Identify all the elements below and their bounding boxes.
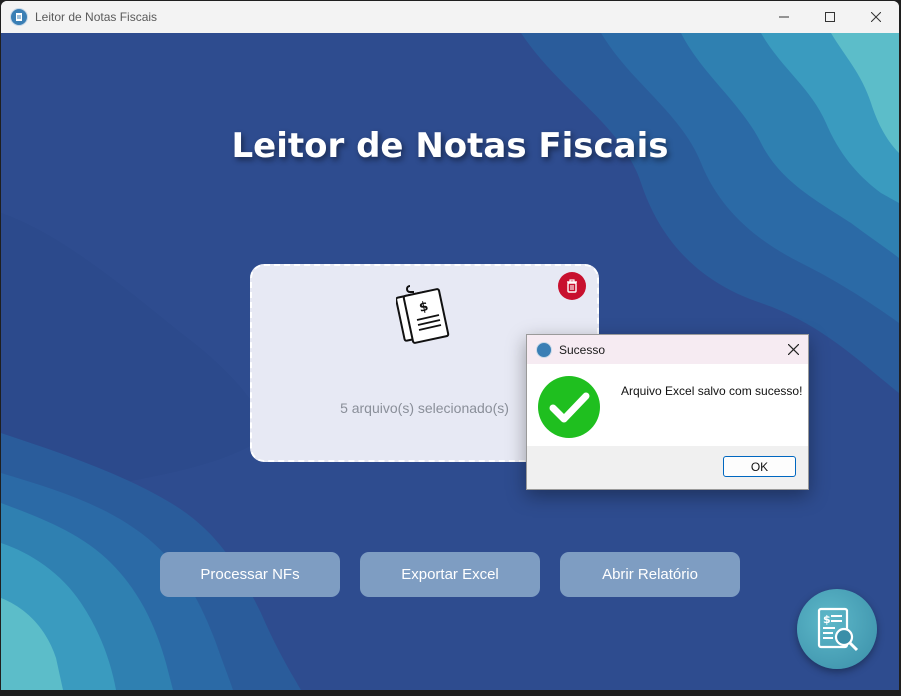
open-report-button[interactable]: Abrir Relatório — [560, 552, 740, 597]
dialog-title: Sucesso — [559, 342, 606, 357]
dialog-app-icon — [536, 341, 552, 358]
trash-icon — [567, 279, 577, 293]
invoice-search-button[interactable]: $ — [797, 589, 877, 669]
invoice-document-icon: $ — [396, 285, 450, 344]
dialog-message: Arquivo Excel salvo com sucesso! — [621, 384, 803, 398]
export-excel-button[interactable]: Exportar Excel — [360, 552, 540, 597]
window-title: Leitor de Notas Fiscais — [35, 10, 158, 24]
minimize-icon — [779, 16, 789, 18]
success-check-icon — [538, 376, 600, 438]
dialog-footer: OK — [527, 446, 808, 489]
close-icon — [871, 12, 881, 22]
title-bar[interactable]: Leitor de Notas Fiscais — [1, 1, 899, 33]
ok-button[interactable]: OK — [723, 456, 796, 477]
invoice-search-icon: $ — [817, 607, 859, 652]
dialog-title-bar[interactable]: Sucesso — [527, 335, 808, 364]
page-title: Leitor de Notas Fiscais — [231, 126, 669, 166]
app-icon — [10, 8, 28, 26]
svg-text:$: $ — [823, 613, 831, 626]
process-nfs-button[interactable]: Processar NFs — [160, 552, 340, 597]
dialog-close-button[interactable] — [778, 335, 808, 364]
maximize-icon — [825, 12, 835, 22]
success-dialog: Sucesso Arquivo Excel salvo com sucesso!… — [526, 334, 809, 490]
close-button[interactable] — [853, 1, 899, 33]
dialog-body: Arquivo Excel salvo com sucesso! — [527, 364, 808, 446]
maximize-button[interactable] — [807, 1, 853, 33]
delete-files-button[interactable] — [558, 272, 586, 300]
minimize-button[interactable] — [761, 1, 807, 33]
close-icon — [787, 344, 799, 355]
